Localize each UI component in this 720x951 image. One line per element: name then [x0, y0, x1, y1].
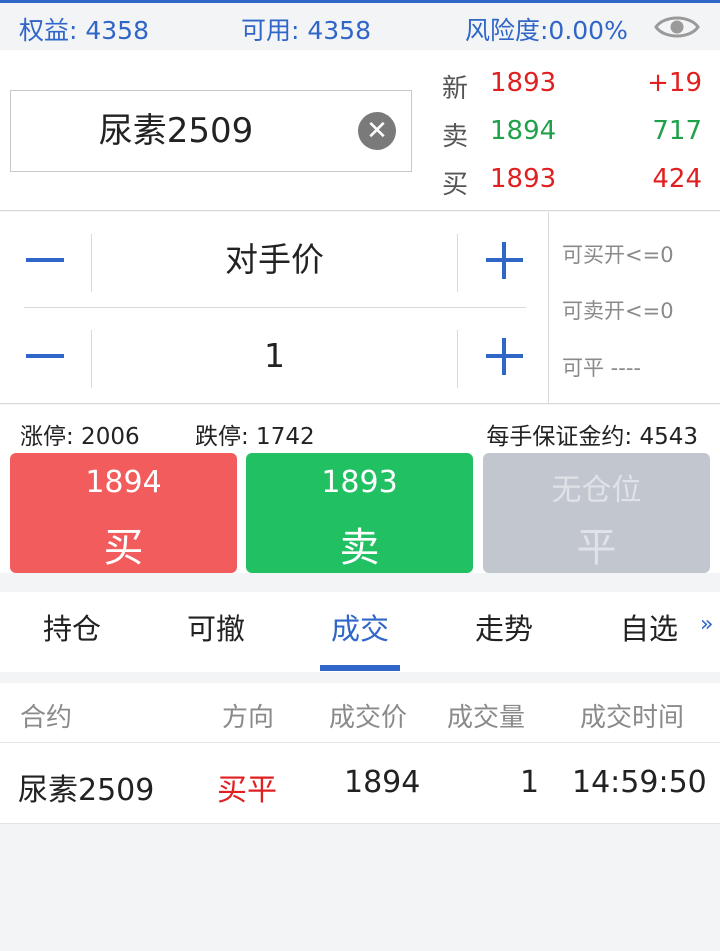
quote-row-ask: 卖 1894 717	[440, 114, 702, 152]
tab-trend[interactable]: 走势	[444, 606, 564, 648]
header-direction: 方向	[222, 703, 275, 733]
contract-selector[interactable]: 尿素2509 ✕	[10, 90, 412, 172]
header-volume: 成交量	[447, 703, 526, 733]
plus-icon-stem	[502, 338, 506, 375]
trades-table: 合约 方向 成交价 成交量 成交时间 尿素2509 买平 1894 1 14:5…	[0, 683, 720, 824]
buy-button[interactable]: 1894 买	[10, 453, 237, 573]
minus-icon	[26, 258, 64, 262]
tab-watchlist[interactable]: 自选	[589, 606, 709, 648]
quote-price-bid: 1893	[490, 164, 557, 194]
buy-button-label: 买	[103, 525, 144, 571]
plus-icon-stem	[502, 242, 506, 279]
tab-cancellable[interactable]: 可撤	[156, 606, 276, 648]
can-buy-open-label: 可买开<=0	[562, 243, 674, 267]
tab-positions[interactable]: 持仓	[12, 606, 132, 648]
sell-button-price: 1893	[321, 465, 398, 500]
quote-change: +19	[647, 68, 702, 98]
tab-trades[interactable]: 成交	[300, 606, 420, 648]
sell-button[interactable]: 1893 卖	[246, 453, 473, 573]
limit-up-label: 涨停: 2006	[20, 424, 140, 450]
double-chevron-right-icon[interactable]: »	[700, 612, 713, 637]
order-entry-panel: 对手价 1 可买开<=0 可卖开<=0 可平 ----	[0, 212, 720, 404]
quantity-stepper: 1	[0, 308, 549, 404]
tab-bar: 持仓 可撤 成交 走势 自选 »	[0, 592, 720, 672]
sell-button-label: 卖	[339, 525, 380, 571]
quote-label-ask: 卖	[442, 122, 469, 152]
buy-button-price: 1894	[85, 465, 162, 500]
row-contract: 尿素2509	[18, 773, 155, 808]
equity-label: 权益: 4358	[19, 16, 149, 45]
can-close-label: 可平 ----	[562, 356, 641, 380]
quote-label-bid: 买	[442, 170, 469, 200]
trade-buttons: 1894 买 1893 卖 无仓位 平	[0, 453, 720, 573]
close-position-button[interactable]: 无仓位 平	[483, 453, 710, 573]
active-tab-indicator	[320, 665, 400, 671]
eye-icon[interactable]	[654, 12, 700, 42]
contract-name: 尿素2509	[98, 111, 254, 151]
row-time: 14:59:50	[572, 765, 707, 800]
account-summary-bar: 权益: 4358 可用: 4358 风险度:0.00%	[0, 3, 720, 50]
table-header: 合约 方向 成交价 成交量 成交时间	[0, 683, 720, 743]
minus-icon	[26, 354, 64, 358]
quote-label-last: 新	[442, 74, 469, 104]
price-stepper: 对手价	[0, 212, 549, 308]
quote-volume-ask: 717	[652, 116, 702, 146]
can-sell-open-label: 可卖开<=0	[562, 299, 674, 323]
close-button-status: 无仓位	[551, 473, 642, 508]
header-price: 成交价	[329, 703, 408, 733]
row-volume: 1	[520, 765, 540, 800]
quote-price-last: 1893	[490, 68, 557, 98]
quote-price-ask: 1894	[490, 116, 557, 146]
order-inputs: 对手价 1	[0, 212, 549, 404]
header-time: 成交时间	[580, 703, 685, 733]
close-button-label: 平	[576, 525, 617, 571]
price-mode-field[interactable]: 对手价	[92, 212, 457, 308]
margin-per-lot-label: 每手保证金约: 4543	[486, 424, 698, 450]
close-circle-icon[interactable]: ✕	[358, 112, 396, 150]
limit-down-label: 跌停: 1742	[195, 424, 315, 450]
available-funds-label: 可用: 4358	[241, 16, 371, 45]
quantity-field[interactable]: 1	[92, 308, 457, 404]
quote-row-last: 新 1893 +19	[440, 66, 702, 104]
risk-level-label: 风险度:0.00%	[465, 16, 628, 45]
header-contract: 合约	[20, 703, 73, 733]
quote-row-bid: 买 1893 424	[440, 162, 702, 200]
quote-panel: 尿素2509 ✕ 新 1893 +19 卖 1894 717 买 1893 42…	[0, 50, 720, 211]
quote-volume-bid: 424	[652, 164, 702, 194]
row-price: 1894	[344, 765, 421, 800]
table-row[interactable]: 尿素2509 买平 1894 1 14:59:50	[0, 743, 720, 824]
row-direction: 买平	[217, 773, 277, 808]
price-limits-bar: 涨停: 2006 跌停: 1742 每手保证金约: 4543	[0, 405, 720, 453]
